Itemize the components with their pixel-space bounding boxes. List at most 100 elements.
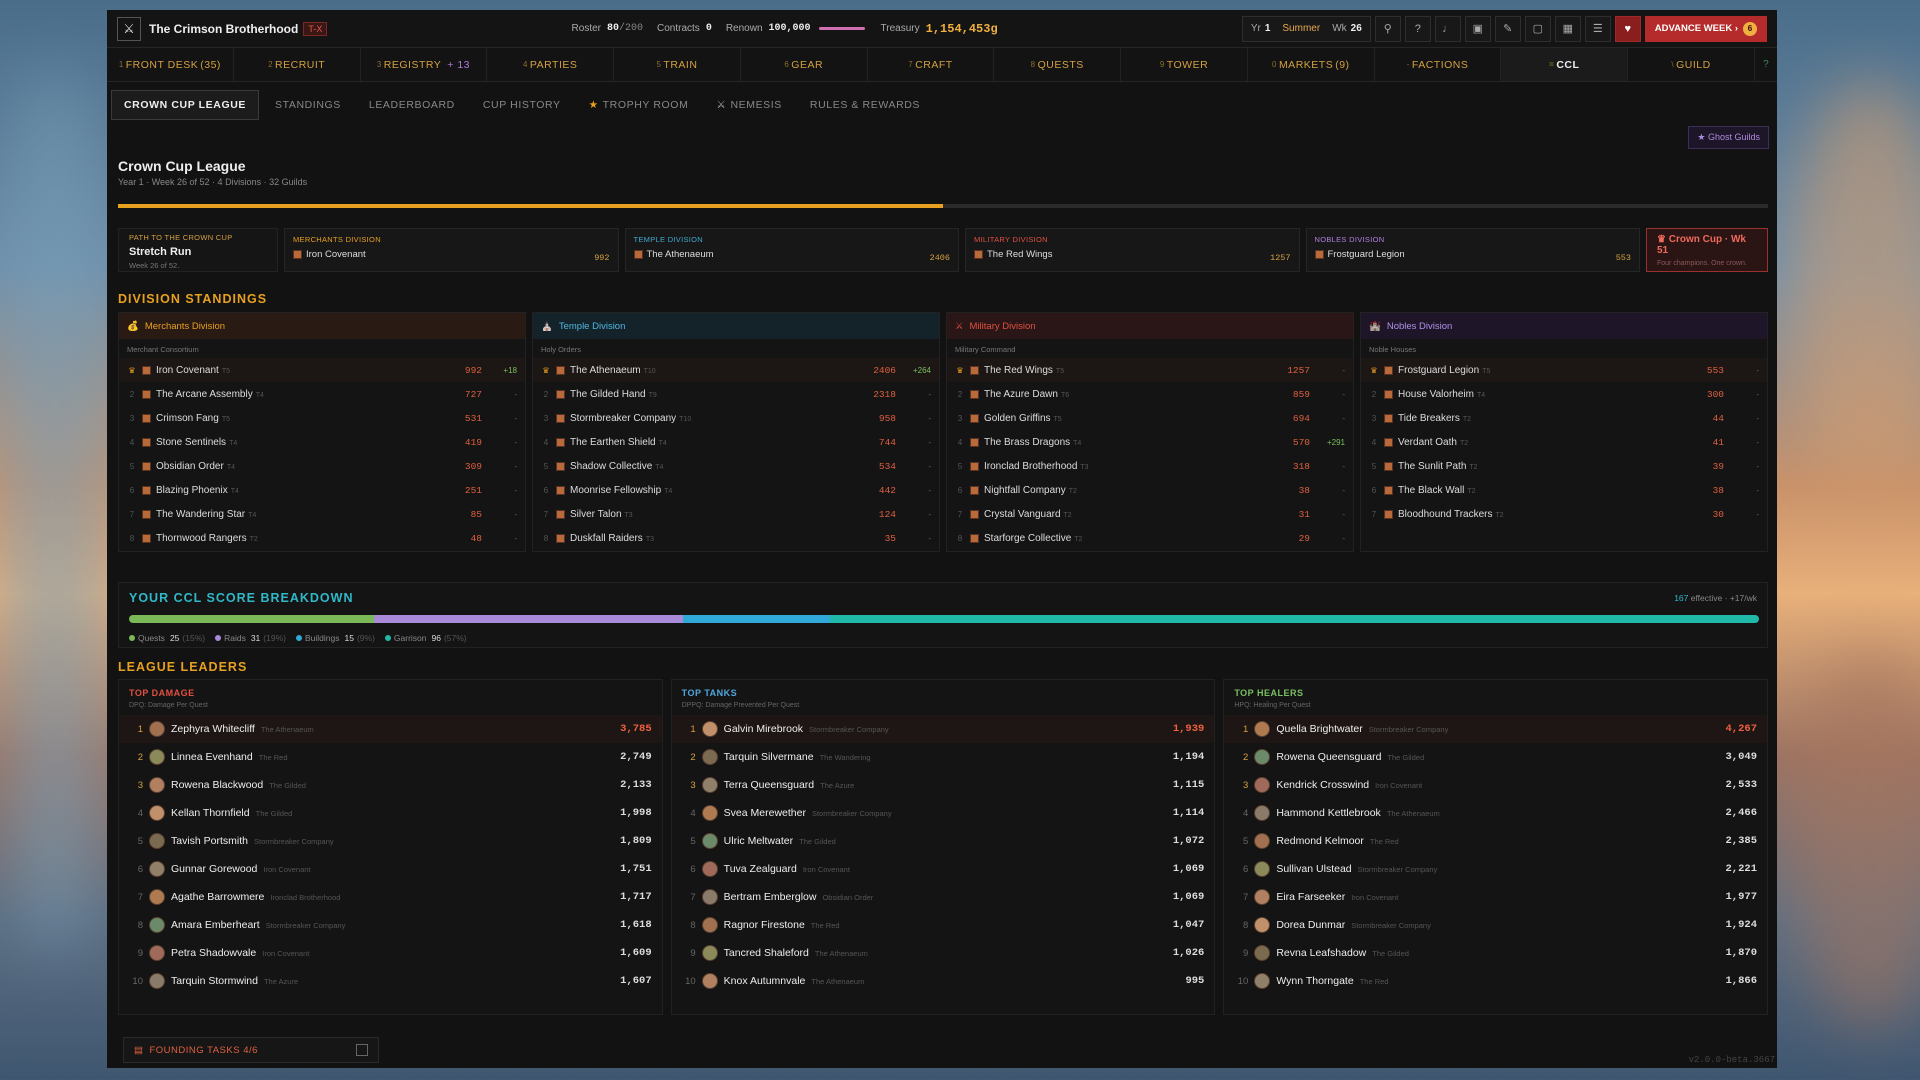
founding-tasks-button[interactable]: ▤ FOUNDING TASKS 4/6 [123,1037,379,1063]
standing-row[interactable]: 5 The Sunlit Path T2 39 - [1361,454,1767,478]
leader-row[interactable]: 4 Kellan Thornfield The Gilded 1,998 [119,799,662,827]
nav-tab-tower[interactable]: 9 TOWER [1121,48,1248,81]
division-leader-card[interactable]: TEMPLE DIVISION The Athenaeum 2406 [624,228,959,272]
division-leader-card[interactable]: MERCHANTS DIVISION Iron Covenant 992 [284,228,619,272]
leader-row[interactable]: 2 Rowena Queensguard The Gilded 3,049 [1224,743,1767,771]
standing-row[interactable]: ♛ Frostguard Legion T5 553 - [1361,358,1767,382]
help-circle-icon[interactable]: ? [1755,48,1777,81]
subtab-cup-history[interactable]: CUP HISTORY [471,91,573,119]
leader-row[interactable]: 2 Tarquin Silvermane The Wandering 1,194 [672,743,1215,771]
leader-row[interactable]: 10 Wynn Thorngate The Red 1,866 [1224,967,1767,995]
crossed-swords-icon[interactable]: ⚔ [117,16,141,41]
chat-icon[interactable]: ▢ [1524,15,1551,42]
standing-row[interactable]: 2 The Gilded Hand T9 2318 - [533,382,939,406]
standing-row[interactable]: 8 Starforge Collective T2 29 - [947,526,1353,550]
nav-tab-parties[interactable]: 4 PARTIES [487,48,615,81]
standing-row[interactable]: 5 Obsidian Order T4 309 - [119,454,525,478]
leader-row[interactable]: 3 Kendrick Crosswind Iron Covenant 2,533 [1224,771,1767,799]
division-leader-card[interactable]: MILITARY DIVISION The Red Wings 1257 [965,228,1300,272]
standing-row[interactable]: 4 The Brass Dragons T4 570 +291 [947,430,1353,454]
subtab-leaderboard[interactable]: LEADERBOARD [357,91,467,119]
standing-row[interactable]: ♛ The Red Wings T5 1257 - [947,358,1353,382]
standing-row[interactable]: 6 The Black Wall T2 38 - [1361,478,1767,502]
edit-icon[interactable]: ✎ [1494,15,1521,42]
leader-row[interactable]: 5 Redmond Kelmoor The Red 2,385 [1224,827,1767,855]
standing-row[interactable]: 2 House Valorheim T4 300 - [1361,382,1767,406]
division-leader-card[interactable]: NOBLES DIVISION Frostguard Legion 553 [1305,228,1640,272]
help-icon[interactable]: ? [1404,15,1431,42]
standing-row[interactable]: 3 Stormbreaker Company T10 958 - [533,406,939,430]
leader-row[interactable]: 9 Revna Leafshadow The Gilded 1,870 [1224,939,1767,967]
nav-tab-craft[interactable]: 7 CRAFT [868,48,995,81]
nav-tab-markets[interactable]: 0 MARKETS (9) [1248,48,1375,81]
standing-row[interactable]: 7 Silver Talon T3 124 - [533,502,939,526]
calendar-icon[interactable]: ▦ [1554,15,1581,42]
standing-row[interactable]: 8 Thornwood Rangers T2 48 - [119,526,525,550]
leader-row[interactable]: 1 Quella Brightwater Stormbreaker Company 4… [1224,715,1768,743]
standing-row[interactable]: 3 Golden Griffins T5 694 - [947,406,1353,430]
nav-tab-gear[interactable]: 6 GEAR [741,48,868,81]
subtab-standings[interactable]: STANDINGS [263,91,353,119]
leader-row[interactable]: 4 Svea Merewether Stormbreaker Company 1,11… [672,799,1215,827]
date-chip[interactable]: Yr 1 Summer Wk 26 [1241,15,1371,42]
leader-row[interactable]: 6 Sullivan Ulstead Stormbreaker Company 2,2… [1224,855,1767,883]
leader-row[interactable]: 5 Tavish Portsmith Stormbreaker Company 1,8… [119,827,662,855]
leader-row[interactable]: 9 Tancred Shaleford The Athenaeum 1,026 [672,939,1215,967]
standing-row[interactable]: ♛ Iron Covenant T5 992 +18 [119,358,525,382]
leader-row[interactable]: 2 Linnea Evenhand The Red 2,749 [119,743,662,771]
standing-row[interactable]: 7 The Wandering Star T4 85 - [119,502,525,526]
founding-tasks-checkbox[interactable] [356,1044,368,1056]
standing-row[interactable]: 6 Nightfall Company T2 38 - [947,478,1353,502]
leader-row[interactable]: 8 Amara Emberheart Stormbreaker Company 1,6… [119,911,662,939]
division-header[interactable]: ⛪ Temple Division [533,313,939,339]
leader-row[interactable]: 8 Dorea Dunmar Stormbreaker Company 1,924 [1224,911,1767,939]
heart-icon[interactable]: ♥ [1614,15,1641,42]
sound-icon[interactable]: ♩ [1434,15,1461,42]
nav-tab-guild[interactable]: \ GUILD [1628,48,1755,81]
leader-row[interactable]: 10 Tarquin Stormwind The Azure 1,607 [119,967,662,995]
subtab-rules-rewards[interactable]: RULES & REWARDS [798,91,932,119]
advance-week-button[interactable]: ADVANCE WEEK › 6 [1644,15,1767,42]
standing-row[interactable]: 7 Crystal Vanguard T2 31 - [947,502,1353,526]
nav-tab-registry[interactable]: 3 REGISTRY + 13 [361,48,488,81]
leader-row[interactable]: 5 Ulric Meltwater The Gilded 1,072 [672,827,1215,855]
nav-tab-front-desk[interactable]: 1 FRONT DESK (35) [107,48,234,81]
nav-tab-train[interactable]: 5 TRAIN [614,48,741,81]
standing-row[interactable]: 2 The Arcane Assembly T4 727 - [119,382,525,406]
leader-row[interactable]: 7 Agathe Barrowmere Ironclad Brotherhood 1,… [119,883,662,911]
leader-row[interactable]: 4 Hammond Kettlebrook The Athenaeum 2,466 [1224,799,1767,827]
leader-row[interactable]: 3 Terra Queensguard The Azure 1,115 [672,771,1215,799]
standing-row[interactable]: 6 Blazing Phoenix T4 251 - [119,478,525,502]
standing-row[interactable]: 4 The Earthen Shield T4 744 - [533,430,939,454]
subtab-nemesis[interactable]: ⚔ NEMESIS [704,91,793,119]
standing-row[interactable]: 8 Duskfall Raiders T3 35 - [533,526,939,550]
settings-icon[interactable]: ☰ [1584,15,1611,42]
crown-cup-card[interactable]: ♛ Crown Cup · Wk 51 Four champions. One c… [1646,228,1768,272]
search-icon[interactable]: ⚲ [1374,15,1401,42]
nav-tab-quests[interactable]: 8 QUESTS [994,48,1122,81]
leader-row[interactable]: 3 Rowena Blackwood The Gilded 2,133 [119,771,662,799]
leader-row[interactable]: 6 Gunnar Gorewood Iron Covenant 1,751 [119,855,662,883]
leader-row[interactable]: 1 Galvin Mirebrook Stormbreaker Company 1,9… [671,715,1215,743]
standing-row[interactable]: 7 Bloodhound Trackers T2 30 - [1361,502,1767,526]
leader-row[interactable]: 7 Eira Farseeker Iron Covenant 1,977 [1224,883,1767,911]
standing-row[interactable]: 4 Stone Sentinels T4 419 - [119,430,525,454]
nav-tab-recruit[interactable]: 2 RECRUIT [234,48,361,81]
nav-tab-ccl[interactable]: = CCL [1501,48,1629,81]
standing-row[interactable]: 6 Moonrise Fellowship T4 442 - [533,478,939,502]
subtab-crown-cup-league[interactable]: CROWN CUP LEAGUE [111,90,259,120]
save-icon[interactable]: ▣ [1464,15,1491,42]
subtab-trophy-room[interactable]: ★ TROPHY ROOM [577,91,701,119]
standing-row[interactable]: 4 Verdant Oath T2 41 - [1361,430,1767,454]
division-header[interactable]: 🏰 Nobles Division [1361,313,1767,339]
standing-row[interactable]: 5 Ironclad Brotherhood T3 318 - [947,454,1353,478]
division-header[interactable]: 💰 Merchants Division [119,313,525,339]
leader-row[interactable]: 10 Knox Autumnvale The Athenaeum 995 [672,967,1215,995]
leader-row[interactable]: 7 Bertram Emberglow Obsidian Order 1,069 [672,883,1215,911]
standing-row[interactable]: 3 Tide Breakers T2 44 - [1361,406,1767,430]
standing-row[interactable]: 2 The Azure Dawn T6 859 - [947,382,1353,406]
leader-row[interactable]: 1 Zephyra Whitecliff The Athenaeum 3,785 [119,715,662,743]
leader-row[interactable]: 8 Ragnor Firestone The Red 1,047 [672,911,1215,939]
leader-row[interactable]: 6 Tuva Zealguard Iron Covenant 1,069 [672,855,1215,883]
division-header[interactable]: ⚔ Military Division [947,313,1353,339]
